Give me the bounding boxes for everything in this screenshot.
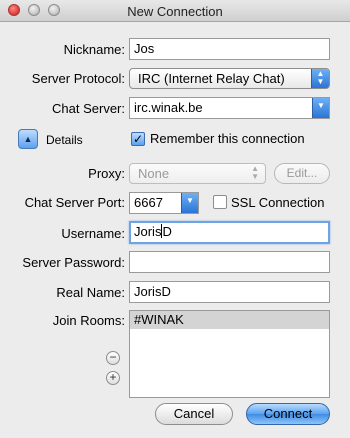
chat-server-label: Chat Server: (52, 101, 125, 116)
real-name-field[interactable]: JorisD (129, 281, 330, 303)
details-disclosure-button[interactable]: ▲ (18, 129, 38, 149)
chat-server-value: irc.winak.be (134, 100, 203, 115)
connect-button[interactable]: Connect (246, 403, 330, 425)
port-label: Chat Server Port: (24, 195, 125, 210)
popup-arrows-icon: ▲ ▼ (311, 69, 329, 88)
ssl-checkbox[interactable] (213, 195, 227, 209)
new-connection-window: New Connection Nickname: Jos Server Prot… (0, 0, 350, 438)
window-title: New Connection (127, 4, 223, 19)
chat-server-combo[interactable]: irc.winak.be ▼ (129, 97, 330, 119)
proxy-label: Proxy: (88, 166, 125, 181)
server-protocol-label: Server Protocol: (31, 71, 125, 86)
ssl-label: SSL Connection (231, 195, 325, 210)
server-protocol-popup[interactable]: IRC (Internet Relay Chat) ▲ ▼ (129, 68, 330, 89)
proxy-value: None (138, 166, 170, 181)
server-password-field[interactable] (129, 251, 330, 273)
nickname-field[interactable]: Jos (129, 38, 330, 60)
details-label: Details (46, 133, 83, 147)
port-value: 6667 (134, 195, 163, 210)
chevron-down-icon[interactable]: ▼ (312, 98, 329, 118)
titlebar: New Connection (0, 0, 350, 22)
nickname-label: Nickname: (63, 42, 125, 57)
remove-room-button[interactable]: − (106, 351, 120, 365)
join-rooms-list[interactable]: #WINAK (129, 310, 330, 398)
username-value-start: Joris (134, 224, 162, 239)
cancel-button[interactable]: Cancel (155, 403, 233, 425)
proxy-arrows-icon: ▲ ▼ (251, 164, 259, 181)
remember-label: Remember this connection (150, 131, 305, 146)
server-protocol-value: IRC (Internet Relay Chat) (138, 71, 285, 86)
username-value-end: D (162, 224, 172, 239)
down-arrow-icon: ▼ (316, 77, 325, 86)
proxy-edit-button[interactable]: Edit... (274, 163, 330, 184)
real-name-label: Real Name: (56, 285, 125, 300)
proxy-popup[interactable]: None ▲ ▼ (129, 163, 266, 184)
join-rooms-label: Join Rooms: (52, 313, 125, 328)
list-item[interactable]: #WINAK (130, 311, 329, 329)
add-room-button[interactable]: + (106, 371, 120, 385)
username-label: Username: (61, 226, 125, 241)
server-password-label: Server Password: (22, 255, 125, 270)
port-combo[interactable]: 6667 ▼ (129, 192, 199, 214)
username-field[interactable]: JorisD (129, 221, 330, 244)
remember-checkbox[interactable]: ✓ (131, 132, 145, 146)
chevron-down-icon[interactable]: ▼ (181, 193, 198, 213)
